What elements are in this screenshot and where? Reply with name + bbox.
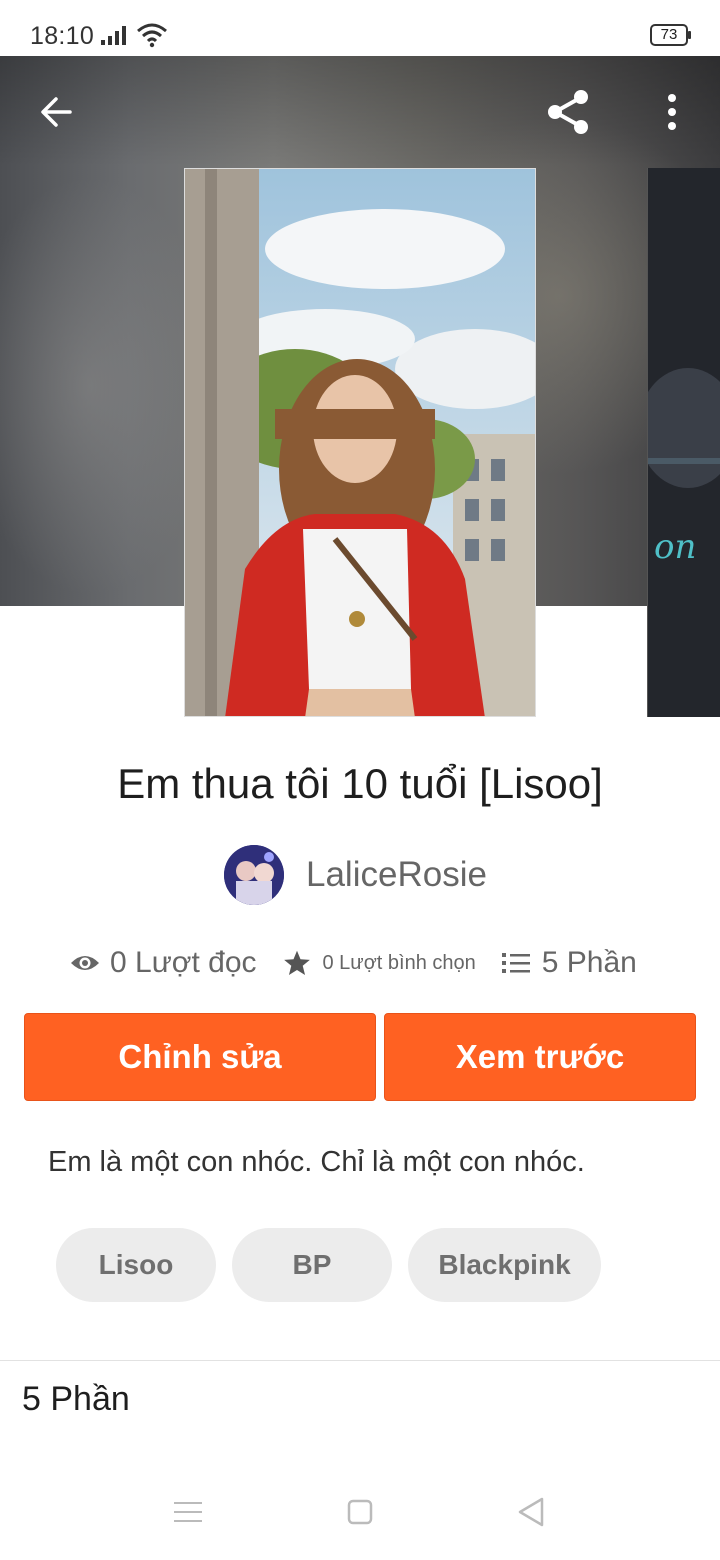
avatar-image [224, 845, 284, 905]
cover-photo: on [648, 168, 720, 717]
tag-list: Lisoo BP Blackpink [56, 1228, 617, 1302]
reads-count: 0 Lượt đọc [110, 946, 257, 979]
status-time: 18:10 [30, 22, 95, 50]
share-icon [548, 90, 588, 134]
signal-icon [101, 26, 126, 45]
edit-button[interactable]: Chỉnh sửa [24, 1013, 376, 1101]
author-row[interactable]: LaliceRosie [224, 844, 487, 906]
tag-chip[interactable]: BP [232, 1228, 392, 1302]
more-options-button[interactable] [648, 84, 696, 140]
star-icon [283, 950, 310, 976]
back-button[interactable] [30, 86, 82, 138]
tag-chip[interactable]: Blackpink [408, 1228, 601, 1302]
preview-button[interactable]: Xem trước [384, 1013, 696, 1101]
stat-votes: 0 Lượt bình chọn [257, 949, 476, 977]
stat-parts: 5 Phần [476, 946, 637, 980]
story-cover[interactable] [184, 168, 536, 717]
stats-row: 0 Lượt đọc 0 Lượt bình chọn 5 Phần [70, 938, 637, 988]
hero-shade [0, 56, 720, 166]
nav-back-icon[interactable] [516, 1496, 546, 1528]
eye-icon [71, 956, 99, 970]
back-arrow-icon [41, 97, 72, 127]
avatar[interactable] [224, 845, 284, 905]
author-name[interactable]: LaliceRosie [306, 855, 487, 895]
share-button[interactable] [540, 84, 596, 140]
tag-chip[interactable]: Lisoo [56, 1228, 216, 1302]
stat-reads: 0 Lượt đọc [70, 946, 257, 980]
story-description: Em là một con nhóc. Chỉ là một con nhóc. [48, 1146, 585, 1178]
svg-text:on: on [654, 527, 696, 567]
votes-count: 0 Lượt bình chọn [322, 951, 476, 974]
status-bar: 18:10 73 [0, 0, 720, 56]
system-nav-bar [0, 1468, 720, 1560]
nav-home-icon[interactable] [346, 1498, 374, 1526]
list-icon [501, 953, 530, 973]
battery-level: 73 [660, 26, 678, 43]
story-title: Em thua tôi 10 tuổi [Lisoo] [117, 760, 603, 807]
cover-photo [185, 169, 535, 716]
more-vertical-icon [668, 94, 676, 130]
next-story-cover[interactable]: on [647, 168, 720, 717]
parts-heading: 5 Phần [22, 1380, 130, 1418]
divider [0, 1360, 720, 1361]
parts-count: 5 Phần [541, 946, 637, 979]
nav-menu-icon[interactable] [172, 1498, 204, 1526]
wifi-icon [137, 23, 167, 48]
